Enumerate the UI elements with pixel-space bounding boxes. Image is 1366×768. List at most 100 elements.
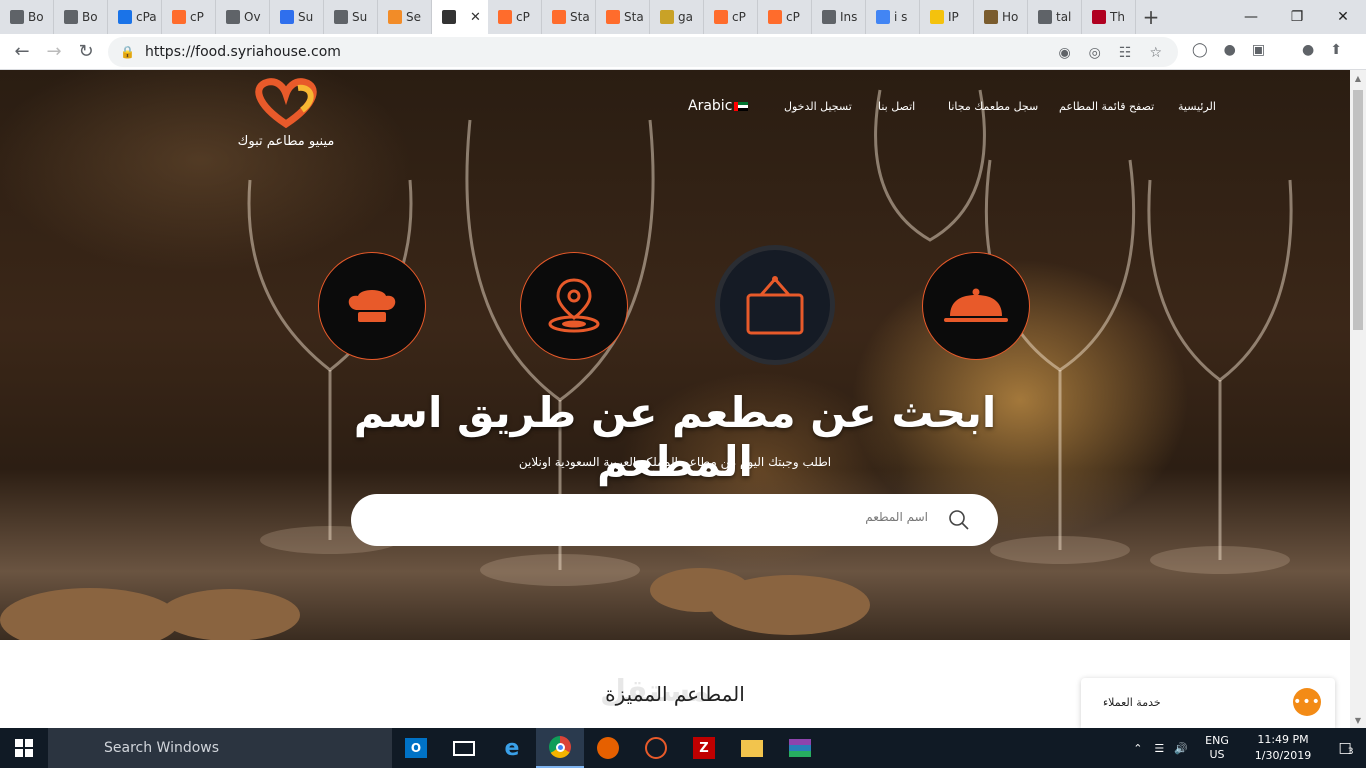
browser-tab[interactable]: ga — [650, 0, 704, 34]
hero-headline: ابحث عن مطعم عن طريق اسم المطعم — [353, 388, 997, 486]
uae-flag-icon — [734, 101, 749, 111]
nav-browse-restaurants[interactable]: تصفح قائمة المطاعم — [1059, 100, 1154, 116]
clock-date: 1/30/2019 — [1254, 749, 1312, 762]
location-circle[interactable] — [520, 252, 628, 360]
nav-contact[interactable]: اتصل بنا — [878, 100, 915, 116]
browser-tab[interactable]: Su — [270, 0, 324, 34]
scroll-up-arrow-icon[interactable]: ▲ — [1350, 70, 1366, 86]
browser-tab-label: Ov — [244, 10, 261, 24]
doc-icon — [822, 10, 836, 24]
browser-tab[interactable]: Ov — [216, 0, 270, 34]
input-language-indicator[interactable]: ENG US — [1202, 734, 1232, 762]
update-icon[interactable]: ⬆ — [1330, 42, 1342, 58]
extension-icon[interactable]: ● — [1224, 42, 1236, 58]
chrome-taskbar-icon[interactable] — [536, 728, 584, 768]
location-icon[interactable]: ◎ — [1089, 45, 1101, 61]
action-center-button[interactable]: □ 3 — [1326, 739, 1366, 757]
wifi-icon[interactable]: ☰ — [1154, 742, 1164, 755]
food-cloche-circle[interactable] — [922, 252, 1030, 360]
cpanel-icon — [552, 10, 566, 24]
browser-tab[interactable]: ✕ — [432, 0, 488, 34]
nav-register-restaurant[interactable]: سجل مطعمك مجانا — [948, 100, 1038, 116]
firefox-taskbar-icon[interactable] — [584, 728, 632, 768]
browser-tab[interactable]: i s — [866, 0, 920, 34]
close-tab-icon[interactable]: ✕ — [470, 10, 481, 25]
browser-tab[interactable]: Ho — [974, 0, 1028, 34]
blue-app-icon — [118, 10, 132, 24]
close-window-button[interactable]: ✕ — [1320, 0, 1366, 34]
translate-icon[interactable]: ☷ — [1119, 45, 1132, 61]
browser-tab-label: i s — [894, 10, 908, 24]
browser-tab[interactable]: cP — [162, 0, 216, 34]
windows-taskbar: Search Windows O e Z ⌃ ☰ 🔊 ENG US 11:49 … — [0, 728, 1366, 768]
doc-icon — [1038, 10, 1052, 24]
browser-tab-label: IP — [948, 10, 959, 24]
browser-tab[interactable]: cPa — [108, 0, 162, 34]
browser-tab-label: Th — [1110, 10, 1125, 24]
internet-explorer-taskbar-icon[interactable]: e — [488, 728, 536, 768]
new-tab-button[interactable]: + — [1136, 0, 1166, 34]
cpanel-icon — [606, 10, 620, 24]
browser-tab[interactable]: IP — [920, 0, 974, 34]
wine-glasses-background — [0, 89, 1293, 640]
camera-blocked-icon[interactable]: ◉ — [1058, 45, 1070, 61]
menu-sign-circle[interactable] — [715, 245, 835, 365]
browser-tab[interactable]: Su — [324, 0, 378, 34]
browser-tab[interactable]: cP — [704, 0, 758, 34]
language-switcher[interactable]: Arabic — [688, 98, 749, 114]
archive-taskbar-icon[interactable] — [776, 728, 824, 768]
chat-bubble-icon[interactable]: ••• — [1293, 688, 1321, 716]
browser-tab[interactable]: Bo — [0, 0, 54, 34]
mail-taskbar-icon[interactable] — [440, 728, 488, 768]
maximize-button[interactable]: ❐ — [1274, 0, 1320, 34]
url-text: https://food.syriahouse.com — [144, 44, 341, 60]
browser-tab[interactable]: Sta — [596, 0, 650, 34]
browser-tab-label: cP — [786, 10, 800, 24]
browser-tab[interactable]: Se — [378, 0, 432, 34]
volume-icon[interactable]: 🔊 — [1174, 742, 1188, 755]
browser-tab-label: Sta — [570, 10, 590, 24]
app-taskbar-icon[interactable] — [632, 728, 680, 768]
nav-login[interactable]: تسجيل الدخول — [784, 100, 852, 116]
minimize-button[interactable]: — — [1228, 0, 1274, 34]
search-icon[interactable] — [948, 509, 970, 531]
chef-hat-circle[interactable] — [318, 252, 426, 360]
blue-n-icon — [280, 10, 294, 24]
browser-tab[interactable]: Bo — [54, 0, 108, 34]
site-logo[interactable]: مينيو مطاعم تبوك — [226, 76, 346, 149]
page-scrollbar[interactable]: ▲ ▼ — [1350, 70, 1366, 728]
extension-badge-icon[interactable]: ▣ — [1252, 42, 1265, 58]
back-button[interactable]: ← — [6, 36, 38, 68]
address-bar[interactable]: 🔒 https://food.syriahouse.com ◉ ◎ ☷ ☆ — [108, 37, 1178, 67]
browser-tab[interactable]: Sta — [542, 0, 596, 34]
browser-tab[interactable]: tal — [1028, 0, 1082, 34]
browser-tab[interactable]: Ins — [812, 0, 866, 34]
hero-subline: اطلب وجبتك اليوم من مطاعم المملكة العربي… — [518, 455, 832, 469]
browser-tab[interactable]: Th — [1082, 0, 1136, 34]
google-icon — [876, 10, 890, 24]
tray-chevron-icon[interactable]: ⌃ — [1133, 742, 1142, 755]
hero-section: مينيو مطاعم تبوك الرئيسية تصفح قائمة الم… — [0, 70, 1350, 640]
browser-tab[interactable]: cP — [488, 0, 542, 34]
file-explorer-taskbar-icon[interactable] — [728, 728, 776, 768]
filezilla-taskbar-icon[interactable]: Z — [680, 728, 728, 768]
restaurant-search-input[interactable] — [528, 510, 928, 524]
hanging-sign-icon — [746, 276, 804, 335]
nav-home[interactable]: الرئيسية — [1178, 100, 1216, 116]
taskbar-clock[interactable]: 11:49 PM 1/30/2019 — [1240, 732, 1326, 764]
customer-service-widget[interactable]: خدمة العملاء ••• — [1081, 678, 1335, 728]
profile-icon[interactable]: ● — [1302, 42, 1314, 58]
outlook-taskbar-icon[interactable]: O — [392, 728, 440, 768]
bookmark-star-icon[interactable]: ☆ — [1149, 45, 1162, 61]
taskbar-search-box[interactable]: Search Windows — [48, 728, 392, 768]
forward-button[interactable]: → — [38, 36, 70, 68]
wordpress-extension-icon[interactable]: ◯ — [1192, 42, 1208, 58]
windows-start-button[interactable] — [0, 728, 48, 768]
scrollbar-thumb[interactable] — [1353, 90, 1363, 330]
scroll-down-arrow-icon[interactable]: ▼ — [1350, 712, 1366, 728]
cpanel-icon — [172, 10, 186, 24]
reload-button[interactable]: ↻ — [70, 36, 102, 68]
browser-tab[interactable]: cP — [758, 0, 812, 34]
heart-logo-icon — [255, 78, 317, 129]
browser-tab-label: Su — [352, 10, 368, 24]
